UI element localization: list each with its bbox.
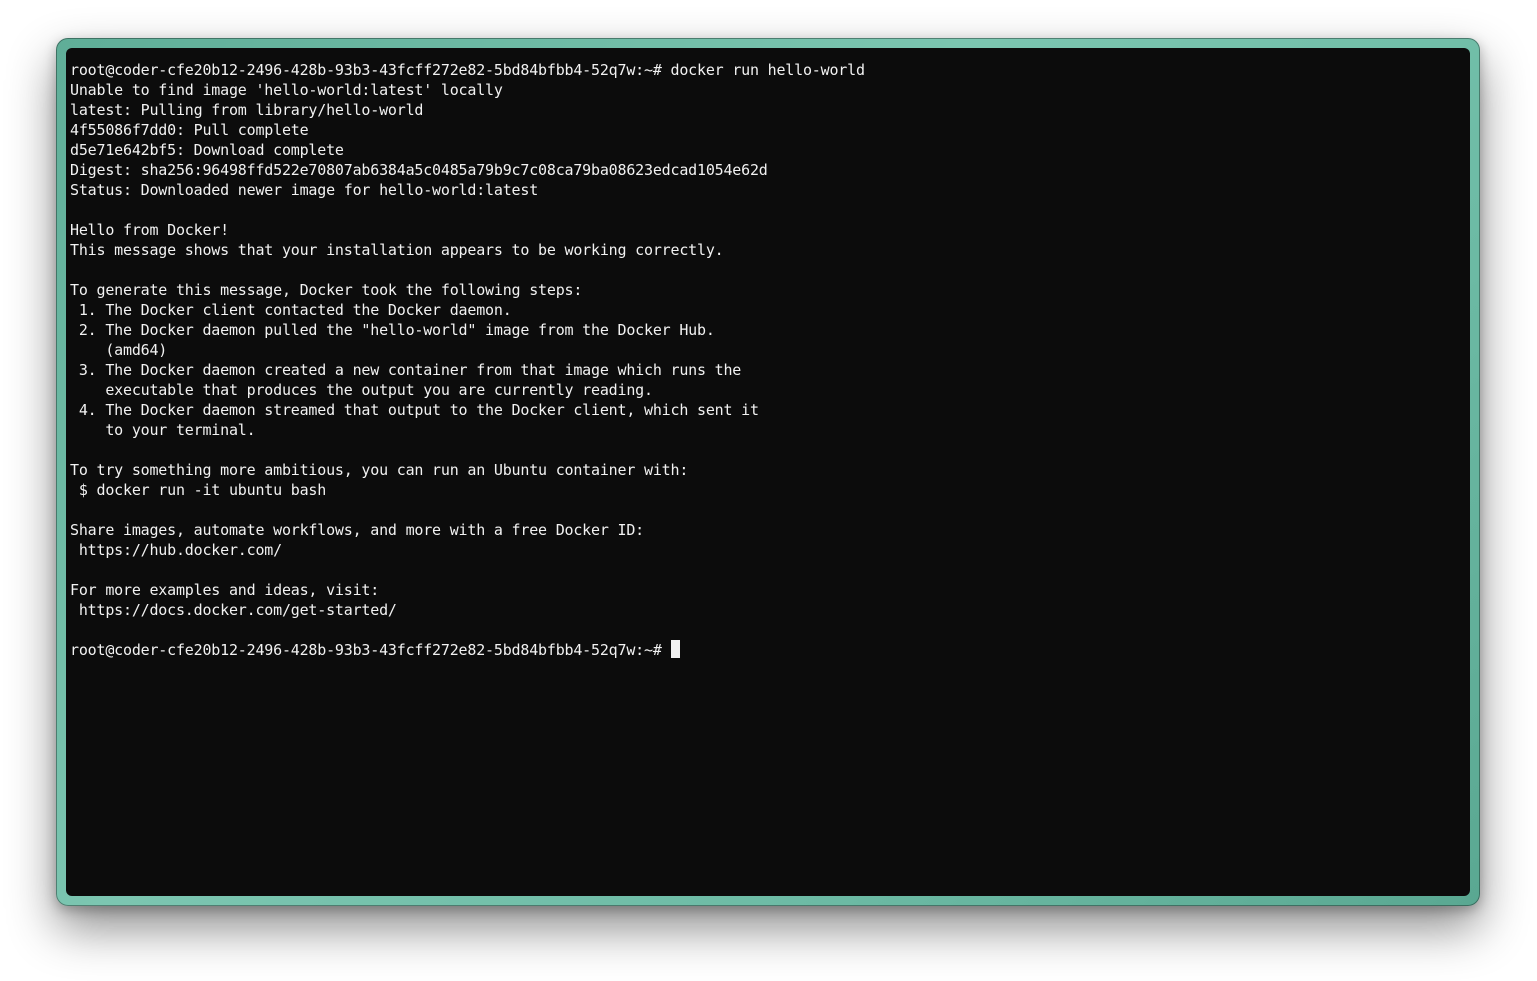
shell-prompt: root@coder-cfe20b12-2496-428b-93b3-43fcf… [70, 61, 671, 79]
output-line: $ docker run -it ubuntu bash [70, 481, 327, 499]
terminal-pane[interactable]: root@coder-cfe20b12-2496-428b-93b3-43fcf… [66, 48, 1470, 896]
entered-command: docker run hello-world [670, 61, 865, 79]
output-line: to your terminal. [70, 421, 256, 439]
output-line: Unable to find image 'hello-world:latest… [70, 81, 503, 99]
output-line: d5e71e642bf5: Download complete [70, 141, 344, 159]
output-line: Digest: sha256:96498ffd522e70807ab6384a5… [70, 161, 768, 179]
shell-prompt: root@coder-cfe20b12-2496-428b-93b3-43fcf… [70, 641, 671, 659]
output-line: Status: Downloaded newer image for hello… [70, 181, 539, 199]
output-line: https://docs.docker.com/get-started/ [70, 601, 397, 619]
output-line: 4. The Docker daemon streamed that outpu… [70, 401, 759, 419]
output-line: Share images, automate workflows, and mo… [70, 521, 644, 539]
output-line: 1. The Docker client contacted the Docke… [70, 301, 512, 319]
output-line: latest: Pulling from library/hello-world [70, 101, 424, 119]
terminal-window: root@coder-cfe20b12-2496-428b-93b3-43fcf… [56, 38, 1480, 906]
command-line: root@coder-cfe20b12-2496-428b-93b3-43fcf… [70, 60, 1470, 80]
output-line: (amd64) [70, 341, 168, 359]
output-line: Hello from Docker! [70, 221, 229, 239]
command-output: Unable to find image 'hello-world:latest… [70, 80, 1470, 640]
output-line: executable that produces the output you … [70, 381, 653, 399]
text-cursor [670, 640, 680, 658]
output-line: For more examples and ideas, visit: [70, 581, 380, 599]
output-line: 2. The Docker daemon pulled the "hello-w… [70, 321, 715, 339]
active-prompt-line[interactable]: root@coder-cfe20b12-2496-428b-93b3-43fcf… [70, 640, 1470, 660]
output-line: To try something more ambitious, you can… [70, 461, 689, 479]
output-line: 3. The Docker daemon created a new conta… [70, 361, 742, 379]
output-line: https://hub.docker.com/ [70, 541, 282, 559]
output-line: 4f55086f7dd0: Pull complete [70, 121, 309, 139]
output-line: To generate this message, Docker took th… [70, 281, 583, 299]
output-line: This message shows that your installatio… [70, 241, 724, 259]
